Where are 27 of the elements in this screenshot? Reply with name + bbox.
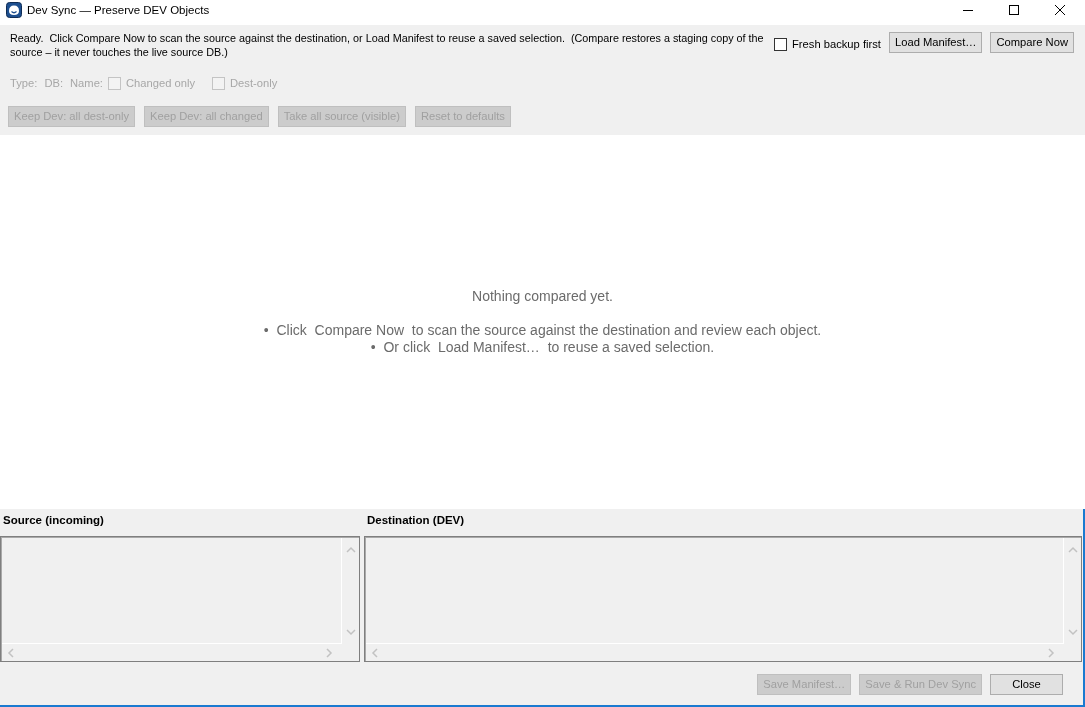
window-title: Dev Sync — Preserve DEV Objects [27,3,211,18]
filter-label: DB: [44,76,64,90]
chevron-right-icon[interactable] [1046,647,1056,658]
checkbox-label[interactable]: Fresh backup first [792,37,881,51]
chevron-right-icon[interactable] [324,647,334,658]
header-button[interactable]: Compare Now [990,32,1074,53]
status-message: Ready. Click Compare Now to scan the source against the destination, or Load Manifest to reuse a saved selection. (Compare restores a staging copy of the source – it never touches the live source DB.) [10,32,765,59]
chevron-down-icon[interactable] [345,627,356,637]
footer-button[interactable]: Close [990,674,1063,695]
close-icon [1055,4,1065,15]
empty-state-title: Nothing compared yet. [472,288,613,305]
pane-title: Destination (DEV) [366,513,466,528]
filter-label: Name: [70,76,103,90]
empty-state-hint: • Click Compare Now to scan the source against the destination and review each object. [263,322,822,339]
maximize-icon [1009,4,1019,15]
chevron-left-icon[interactable] [370,647,380,658]
list-box[interactable] [0,536,360,662]
pane-title: Source (incoming) [2,513,105,528]
chevron-up-icon[interactable] [345,545,356,555]
checkbox[interactable] [774,37,787,51]
empty-state-hint: • Or click Load Manifest… to reuse a saved selection. [370,339,715,356]
chevron-left-icon[interactable] [6,647,16,658]
chevron-down-icon[interactable] [1067,627,1078,637]
chevron-up-icon[interactable] [1067,545,1078,555]
filter-label: Type: [10,76,38,90]
header-button[interactable]: Load Manifest… [889,32,983,53]
list-box[interactable] [364,536,1082,662]
